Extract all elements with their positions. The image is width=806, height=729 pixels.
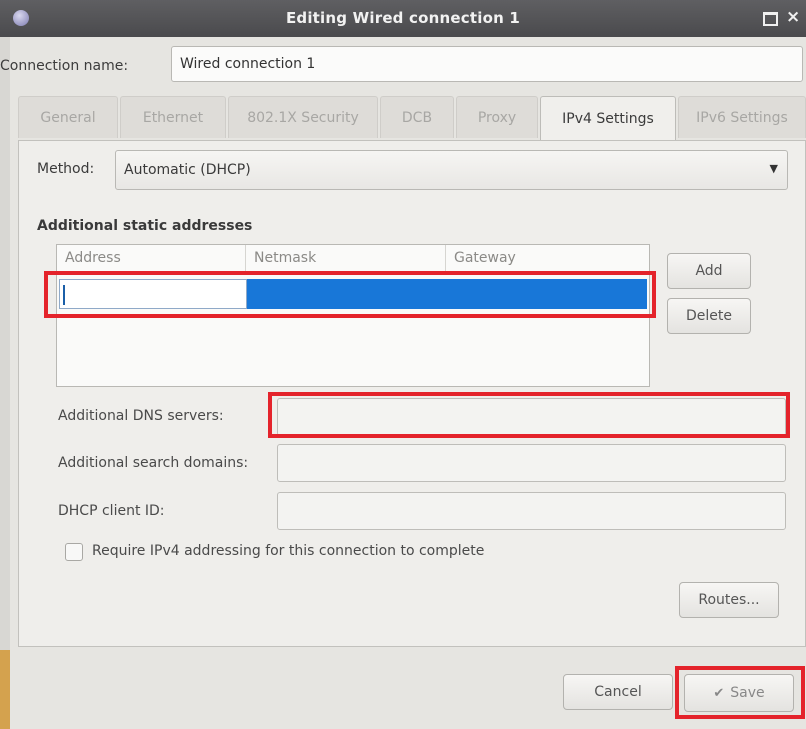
static-addresses-heading: Additional static addresses: [37, 218, 253, 234]
tab-ipv4-settings[interactable]: IPv4 Settings: [540, 96, 676, 140]
method-value: Automatic (DHCP): [124, 162, 251, 178]
checkmark-icon: ✔: [713, 685, 725, 701]
connection-name-label: Connection name:: [0, 58, 129, 74]
background-strip: [0, 650, 10, 729]
close-icon[interactable]: ×: [786, 6, 804, 28]
method-label: Method:: [37, 161, 95, 177]
title-bar: Editing Wired connection 1 ×: [0, 0, 806, 37]
require-ipv4-checkbox[interactable]: [65, 543, 83, 561]
maximize-icon[interactable]: [763, 12, 778, 26]
save-button[interactable]: ✔ Save: [684, 674, 794, 712]
search-domains-label: Additional search domains:: [58, 455, 249, 471]
address-cell-editor[interactable]: [59, 279, 247, 309]
tab-802-1x-security[interactable]: 802.1X Security: [228, 96, 378, 138]
tab-ipv6-settings[interactable]: IPv6 Settings: [678, 96, 806, 138]
table-row[interactable]: [59, 279, 647, 309]
delete-button[interactable]: Delete: [667, 298, 751, 334]
search-domains-input[interactable]: [277, 444, 786, 482]
dns-servers-label: Additional DNS servers:: [58, 408, 224, 424]
dropdown-arrow-icon: ▼: [769, 162, 778, 175]
column-header-gateway[interactable]: Gateway: [445, 245, 649, 272]
text-cursor: [63, 285, 65, 305]
tab-ethernet[interactable]: Ethernet: [120, 96, 226, 138]
tab-general[interactable]: General: [18, 96, 118, 138]
dhcp-client-id-label: DHCP client ID:: [58, 503, 165, 519]
dns-servers-input[interactable]: [277, 398, 786, 436]
column-header-address[interactable]: Address: [57, 245, 245, 272]
ipv4-settings-panel: [18, 140, 806, 647]
cancel-button[interactable]: Cancel: [563, 674, 673, 710]
tab-dcb[interactable]: DCB: [380, 96, 454, 138]
method-select[interactable]: Automatic (DHCP) ▼: [115, 150, 788, 190]
window-title: Editing Wired connection 1: [285, 9, 521, 27]
column-header-netmask[interactable]: Netmask: [245, 245, 445, 272]
save-label: Save: [730, 685, 765, 701]
tab-proxy[interactable]: Proxy: [456, 96, 538, 138]
add-button[interactable]: Add: [667, 253, 751, 289]
require-ipv4-label[interactable]: Require IPv4 addressing for this connect…: [92, 543, 484, 559]
static-addresses-table[interactable]: Address Netmask Gateway: [56, 244, 650, 387]
dhcp-client-id-input[interactable]: [277, 492, 786, 530]
tab-bar: General Ethernet 802.1X Security DCB Pro…: [18, 96, 806, 140]
connection-name-input[interactable]: [171, 46, 803, 82]
routes-button[interactable]: Routes...: [679, 582, 779, 618]
